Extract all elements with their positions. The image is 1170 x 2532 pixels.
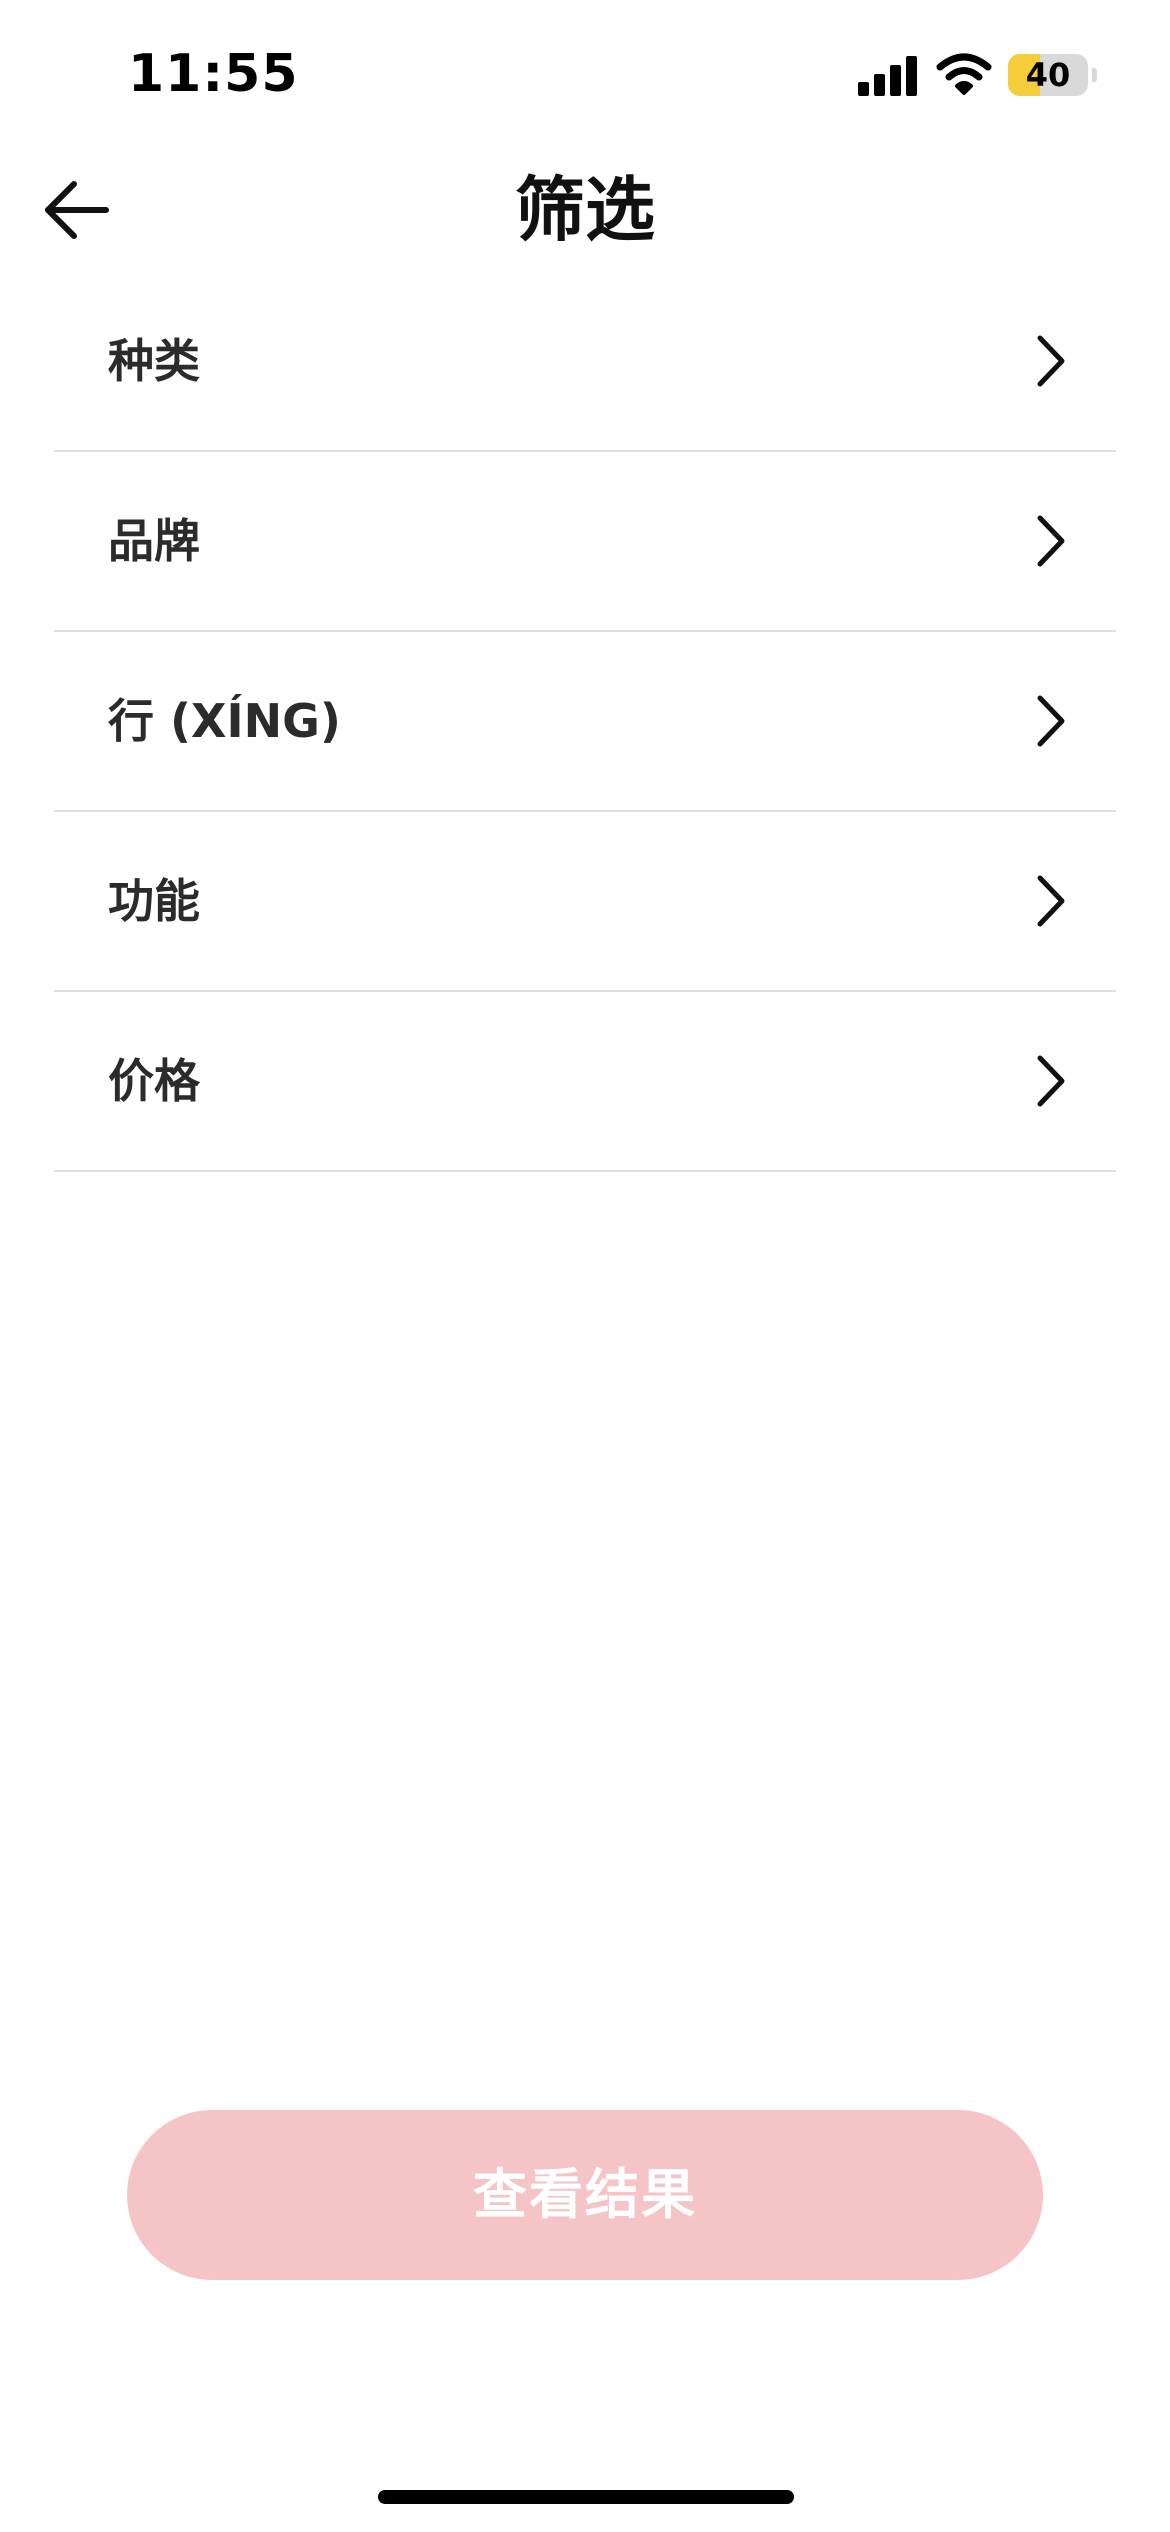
chevron-right-icon [1037, 335, 1065, 387]
view-results-button[interactable]: 查看结果 [127, 2110, 1043, 2280]
signal-icon [858, 56, 920, 96]
home-indicator [378, 2490, 794, 2504]
filter-label: 功能 [108, 874, 200, 928]
status-time: 11:55 [128, 44, 299, 104]
battery-level: 40 [1025, 56, 1071, 94]
status-bar: 11:55 40 [0, 0, 1170, 150]
filter-item-xing[interactable]: 行 (XÍNG) [54, 632, 1116, 812]
chevron-right-icon [1037, 1055, 1065, 1107]
chevron-right-icon [1037, 515, 1065, 567]
filter-label: 行 (XÍNG) [108, 694, 341, 748]
filter-item-category[interactable]: 种类 [54, 272, 1116, 452]
chevron-right-icon [1037, 695, 1065, 747]
filter-label: 品牌 [108, 514, 200, 568]
filter-label: 价格 [108, 1054, 200, 1108]
wifi-icon [936, 53, 992, 95]
filter-item-price[interactable]: 价格 [54, 992, 1116, 1172]
arrow-left-icon[interactable] [36, 172, 116, 248]
filter-item-function[interactable]: 功能 [54, 812, 1116, 992]
battery-icon: 40 [1008, 54, 1097, 96]
filter-label: 种类 [108, 334, 200, 388]
chevron-right-icon [1037, 875, 1065, 927]
filter-item-brand[interactable]: 品牌 [54, 452, 1116, 632]
filter-list: 种类 品牌 行 (XÍNG) 功能 价格 [54, 272, 1116, 1172]
header: 筛选 [0, 150, 1170, 270]
page-title: 筛选 [515, 169, 655, 251]
